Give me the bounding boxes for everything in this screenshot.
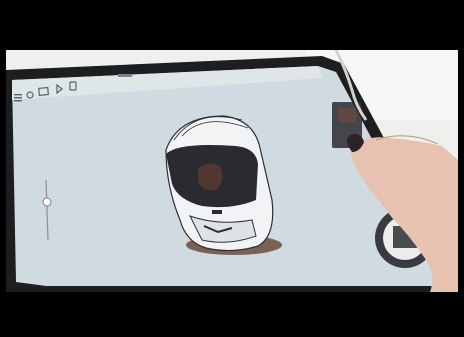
menu-icon[interactable] bbox=[14, 94, 22, 102]
side-panel-swatch bbox=[338, 108, 356, 122]
toolbar-title-mark bbox=[118, 74, 132, 77]
visor-reflection bbox=[198, 163, 223, 191]
letterbox-top bbox=[0, 0, 464, 50]
helmet-vent bbox=[212, 210, 222, 214]
tablet-photo bbox=[6, 50, 458, 292]
letterbox-bottom bbox=[0, 292, 464, 337]
video-still bbox=[6, 50, 458, 292]
video-frame bbox=[0, 0, 464, 337]
